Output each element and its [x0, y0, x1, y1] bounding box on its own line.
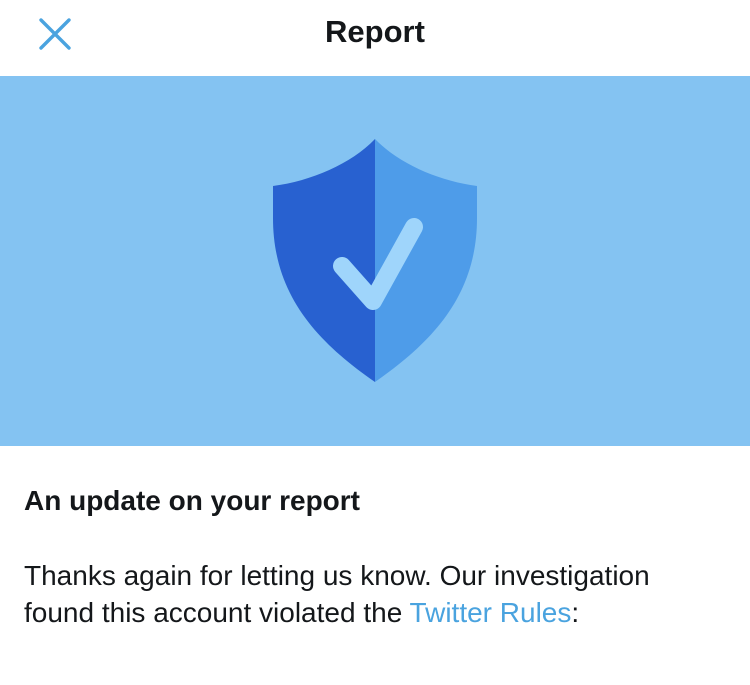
top-bar: Report	[0, 0, 750, 76]
report-message: Thanks again for letting us know. Our in…	[24, 557, 724, 631]
shield-check-icon	[273, 139, 477, 382]
twitter-rules-link[interactable]: Twitter Rules	[410, 597, 572, 628]
shield-left-half	[273, 139, 375, 382]
page-title: Report	[325, 14, 425, 49]
message-end: :	[571, 597, 580, 628]
report-banner	[0, 76, 750, 446]
update-heading: An update on your report	[24, 485, 360, 516]
